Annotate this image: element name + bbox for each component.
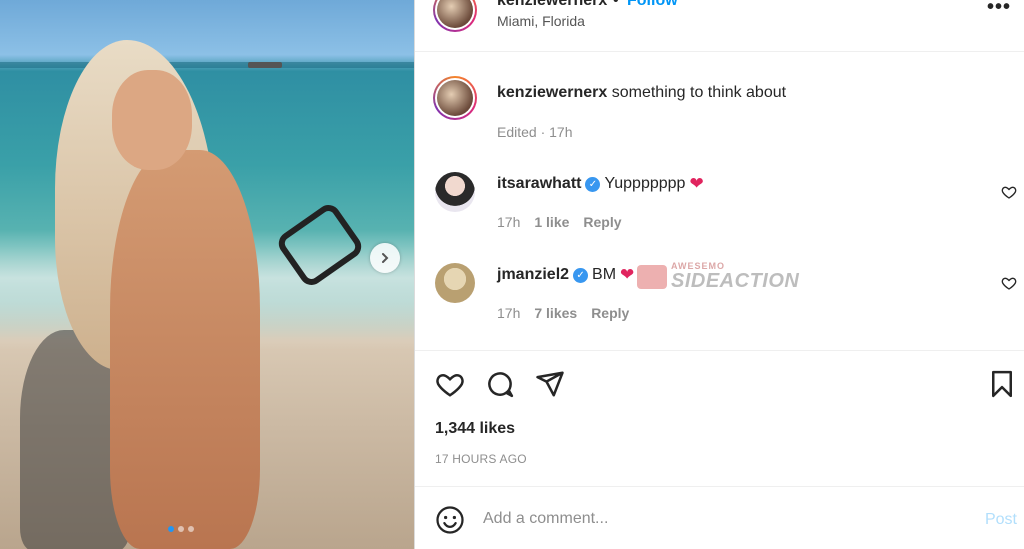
comment-line: itsarawhatt ✓ Yuppppppp ❤ bbox=[497, 174, 704, 194]
post-comment-button[interactable]: Post bbox=[985, 511, 1017, 529]
post-details-panel: kenziewernerx • Follow Miami, Florida ••… bbox=[414, 0, 1024, 549]
carousel-next-button[interactable] bbox=[370, 243, 400, 273]
comment-icon[interactable] bbox=[485, 369, 515, 399]
post-photo[interactable] bbox=[0, 0, 414, 549]
carousel-dots bbox=[168, 526, 194, 532]
more-options-icon[interactable]: ••• bbox=[987, 0, 1011, 20]
comment-text: BM bbox=[592, 266, 617, 283]
comment-like-heart-icon[interactable] bbox=[1001, 184, 1017, 200]
comment-likes[interactable]: 7 likes bbox=[534, 305, 577, 321]
caption-username[interactable]: kenziewernerx bbox=[497, 84, 607, 101]
post-likes-count[interactable]: 1,344 likes bbox=[435, 420, 515, 438]
red-heart-emoji-icon: ❤ bbox=[689, 174, 704, 193]
watermark-logo-icon bbox=[637, 264, 667, 289]
photo-body bbox=[110, 150, 260, 549]
author-avatar[interactable] bbox=[433, 0, 477, 32]
carousel-dot bbox=[178, 526, 184, 532]
carousel-dot bbox=[168, 526, 174, 532]
verified-badge-icon: ✓ bbox=[573, 267, 589, 283]
header-separator: • bbox=[613, 0, 619, 9]
comment-reply-button[interactable]: Reply bbox=[591, 305, 629, 321]
commenter-avatar[interactable] bbox=[435, 263, 475, 303]
caption-avatar[interactable] bbox=[433, 76, 477, 120]
comment-meta: 17h 7 likes Reply bbox=[497, 305, 643, 321]
comment-input[interactable] bbox=[483, 501, 963, 537]
comment-text: Yuppppppp bbox=[604, 175, 686, 192]
add-comment-bar: Post bbox=[415, 486, 1024, 549]
watermark-bottom-text: SIDEACTION bbox=[671, 270, 800, 292]
post-time-ago: 17 HOURS AGO bbox=[435, 452, 527, 466]
comment-time: 17h bbox=[497, 214, 521, 230]
carousel-dot bbox=[188, 526, 194, 532]
comment-time: 17h bbox=[497, 305, 521, 321]
follow-button[interactable]: Follow bbox=[627, 0, 678, 10]
instagram-post-modal: kenziewernerx • Follow Miami, Florida ••… bbox=[0, 0, 1024, 549]
share-icon[interactable] bbox=[535, 369, 565, 399]
comment-username[interactable]: jmanziel2 bbox=[497, 266, 569, 284]
emoji-icon[interactable] bbox=[435, 505, 465, 535]
comment-like-heart-icon[interactable] bbox=[1001, 275, 1017, 291]
photo-ship bbox=[248, 62, 282, 68]
commenter-avatar[interactable] bbox=[435, 172, 475, 212]
caption-meta: Edited · 17h bbox=[497, 124, 573, 140]
post-actions-bar bbox=[415, 350, 1024, 420]
comment-username[interactable]: itsarawhatt bbox=[497, 175, 581, 193]
comment-likes[interactable]: 1 like bbox=[534, 214, 569, 230]
comment-reply-button[interactable]: Reply bbox=[583, 214, 621, 230]
comment-meta: 17h 1 like Reply bbox=[497, 214, 636, 230]
red-heart-emoji-icon: ❤ bbox=[620, 265, 635, 284]
bookmark-icon[interactable] bbox=[987, 369, 1017, 399]
caption-text-line: kenziewernerx something to think about bbox=[497, 84, 786, 102]
verified-badge-icon: ✓ bbox=[585, 176, 601, 192]
watermark: AWESEMO SIDEACTION bbox=[637, 262, 799, 291]
post-header: kenziewernerx • Follow Miami, Florida ••… bbox=[415, 0, 1024, 52]
post-location[interactable]: Miami, Florida bbox=[497, 13, 585, 29]
comment-line: jmanziel2 ✓ BM ❤ bbox=[497, 265, 634, 285]
heart-icon[interactable] bbox=[435, 369, 465, 399]
chevron-right-icon bbox=[382, 253, 389, 263]
caption-body: something to think about bbox=[611, 84, 787, 101]
author-username[interactable]: kenziewernerx bbox=[497, 0, 607, 10]
comment-item: itsarawhatt ✓ Yuppppppp ❤ 17h 1 like Rep… bbox=[415, 170, 1024, 240]
photo-horizon bbox=[0, 62, 414, 68]
photo-face bbox=[112, 70, 192, 170]
